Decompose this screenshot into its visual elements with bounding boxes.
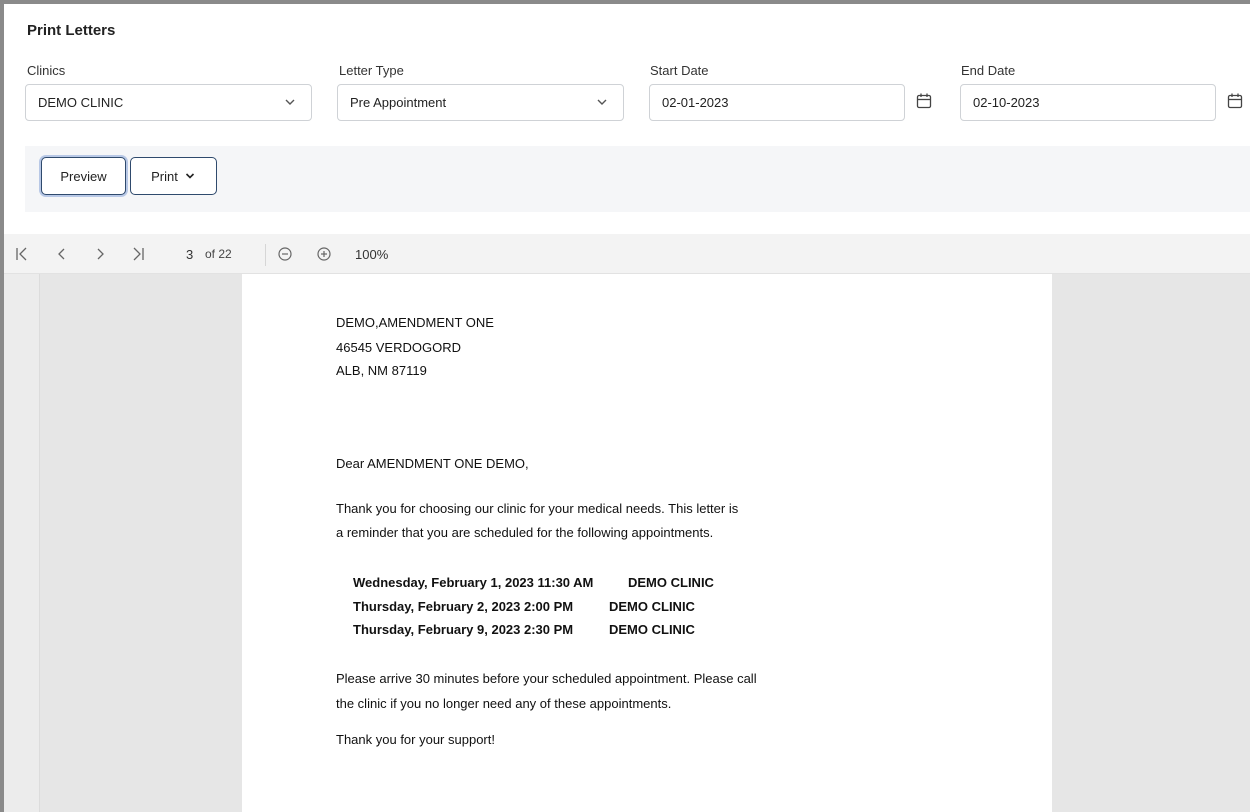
clinics-select[interactable]: DEMO CLINIC [25, 84, 312, 121]
closing-line: the clinic if you no longer need any of … [336, 696, 672, 711]
zoom-in-icon[interactable] [316, 244, 332, 264]
letter-type-label: Letter Type [339, 63, 404, 78]
end-date-input[interactable]: 02-10-2023 [960, 84, 1216, 121]
current-page-input[interactable]: 3 [186, 244, 193, 264]
appointment-datetime: Thursday, February 9, 2023 2:30 PM [353, 622, 574, 637]
calendar-icon[interactable] [1226, 92, 1244, 110]
letter-type-value: Pre Appointment [350, 95, 447, 110]
address-line: DEMO,AMENDMENT ONE [336, 315, 494, 330]
first-page-icon[interactable] [14, 244, 30, 264]
page-title: Print Letters [27, 22, 116, 39]
toolbar-divider [265, 244, 266, 266]
start-date-label: Start Date [650, 63, 709, 78]
thanks-line: Thank you for your support! [336, 732, 495, 747]
preview-button-label: Preview [60, 168, 107, 184]
address-line: 46545 VERDOGORD [336, 340, 461, 355]
appointment-clinic: DEMO CLINIC [609, 599, 695, 614]
closing-line: Please arrive 30 minutes before your sch… [336, 671, 757, 686]
appointment-datetime: Wednesday, February 1, 2023 11:30 AM [353, 575, 594, 590]
calendar-icon[interactable] [915, 92, 933, 110]
chevron-down-icon [597, 99, 607, 105]
last-page-icon[interactable] [130, 244, 146, 264]
salutation: Dear AMENDMENT ONE DEMO, [336, 456, 529, 471]
start-date-value: 02-01-2023 [662, 95, 729, 110]
total-pages: of 22 [205, 247, 232, 261]
zoom-level[interactable]: 100% [355, 244, 388, 264]
end-date-value: 02-10-2023 [973, 95, 1040, 110]
thumbnail-strip [4, 274, 40, 812]
zoom-out-icon[interactable] [277, 244, 293, 264]
intro-line: Thank you for choosing our clinic for yo… [336, 501, 739, 516]
clinics-label: Clinics [27, 63, 66, 78]
appointment-clinic: DEMO CLINIC [609, 622, 695, 637]
end-date-label: End Date [961, 63, 1016, 78]
print-button[interactable]: Print [130, 157, 217, 195]
print-button-label: Print [151, 168, 178, 184]
letter-type-select[interactable]: Pre Appointment [337, 84, 624, 121]
chevron-down-icon [285, 99, 295, 105]
next-page-icon[interactable] [94, 244, 106, 264]
preview-button[interactable]: Preview [41, 157, 126, 195]
appointment-clinic: DEMO CLINIC [628, 575, 714, 590]
intro-line: a reminder that you are scheduled for th… [336, 525, 714, 540]
start-date-input[interactable]: 02-01-2023 [649, 84, 905, 121]
address-line: ALB, NM 87119 [336, 363, 427, 378]
previous-page-icon[interactable] [56, 244, 68, 264]
chevron-down-icon [185, 173, 194, 179]
clinics-value: DEMO CLINIC [38, 95, 124, 110]
appointment-datetime: Thursday, February 2, 2023 2:00 PM [353, 599, 574, 614]
